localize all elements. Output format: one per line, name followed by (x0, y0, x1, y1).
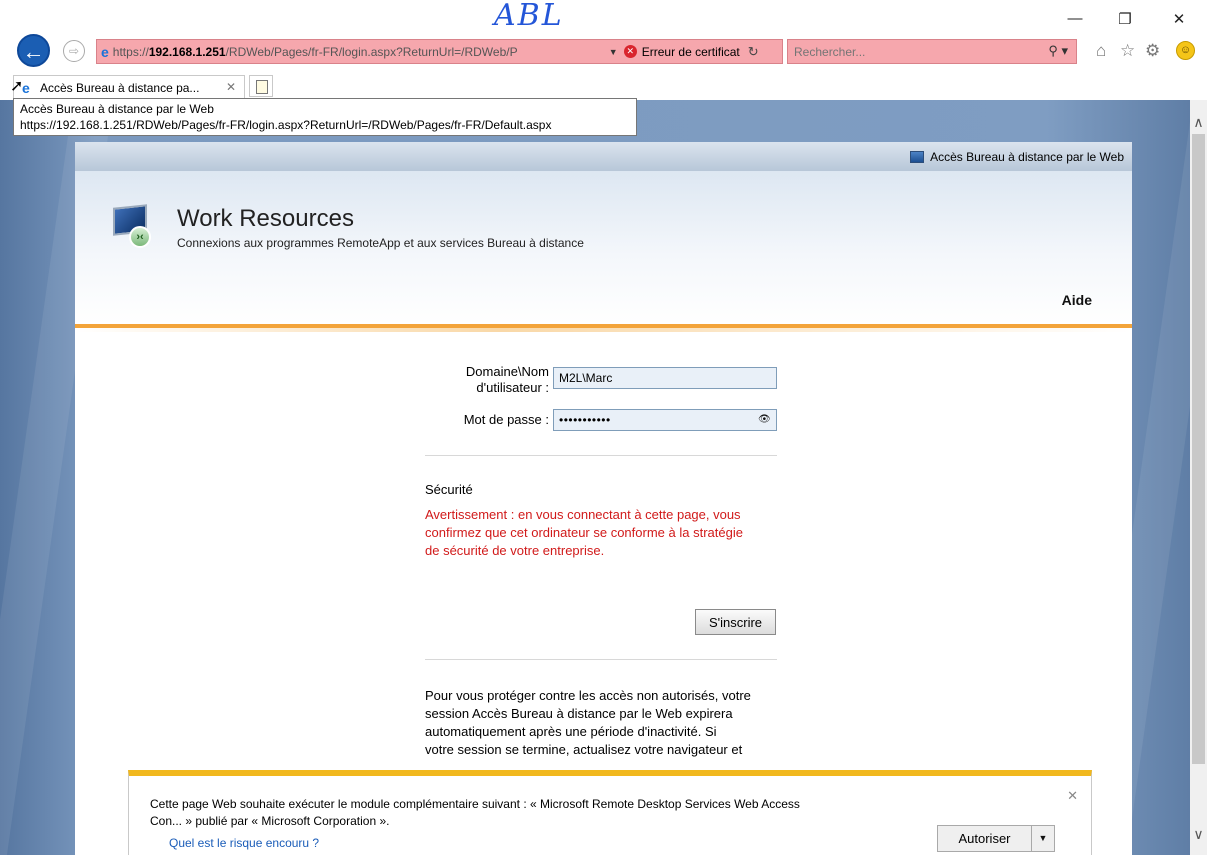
tab-label: Accès Bureau à distance pa... (40, 81, 200, 95)
notification-message-line-2: Con... » publié par « Microsoft Corporat… (150, 814, 390, 828)
tooltip-title: Accès Bureau à distance par le Web (20, 102, 214, 116)
search-box: ⚲ ▾ (787, 39, 1077, 64)
allow-button[interactable]: Autoriser (937, 825, 1032, 852)
tab-tooltip: Accès Bureau à distance par le Web https… (13, 98, 637, 136)
url-host: 192.168.1.251 (148, 44, 226, 59)
notification-message-line-1: Cette page Web souhaite exécuter le modu… (150, 797, 800, 811)
handwritten-annotation: ABL (494, 0, 564, 33)
search-input[interactable] (794, 44, 1034, 59)
vertical-scrollbar[interactable]: ∧ ∨ (1190, 100, 1207, 855)
favorites-star-icon[interactable]: ☆ (1120, 41, 1135, 61)
help-link[interactable]: Aide (1062, 292, 1092, 308)
page-title: Work Resources (177, 205, 354, 232)
addon-notification-bar: Cette page Web souhaite exécuter le modu… (128, 770, 1092, 855)
feedback-smiley-icon[interactable]: ☺ (1176, 41, 1195, 60)
info-line-3: automatiquement après une période d'inac… (425, 724, 717, 739)
page-subtitle: Connexions aux programmes RemoteApp et a… (177, 236, 584, 250)
remote-desktop-small-icon (910, 150, 925, 163)
new-tab-button[interactable] (249, 75, 273, 97)
rdweb-panel: Accès Bureau à distance par le Web ›‹ Wo… (75, 142, 1132, 855)
url-path: /RDWeb/Pages/fr-FR/login.aspx?ReturnUrl=… (225, 44, 518, 59)
password-field[interactable] (553, 409, 777, 431)
risk-info-link[interactable]: Quel est le risque encouru ? (169, 836, 319, 850)
warning-line-2: confirmez que cet ordinateur se conforme… (425, 525, 743, 540)
scroll-up-arrow-icon[interactable]: ∧ (1190, 114, 1207, 131)
arrow-left-icon: ← (22, 39, 45, 64)
tab-close-icon[interactable]: ✕ (226, 80, 236, 94)
minimize-window-button[interactable]: — (1060, 10, 1090, 27)
info-line-4: votre session se termine, actualisez vot… (425, 742, 743, 757)
tooltip-url: https://192.168.1.251/RDWeb/Pages/fr-FR/… (20, 118, 552, 132)
rdweb-topbar-label: Accès Bureau à distance par le Web (930, 149, 1124, 164)
scroll-down-arrow-icon[interactable]: ∨ (1190, 826, 1207, 843)
restore-window-button[interactable]: ❐ (1110, 10, 1140, 28)
mouse-cursor-icon: ➚ (10, 78, 24, 95)
info-line-1: Pour vous protéger contre les accès non … (425, 688, 751, 703)
settings-gear-icon[interactable]: ⚙ (1145, 41, 1160, 61)
tab-remote-desktop[interactable]: e Accès Bureau à distance pa... ✕ (13, 75, 245, 100)
address-dropdown-icon[interactable]: ▼ (609, 47, 618, 57)
certificate-error-label[interactable]: Erreur de certificat (642, 45, 740, 59)
username-field[interactable] (553, 367, 777, 389)
notification-message: Cette page Web souhaite exécuter le modu… (150, 796, 910, 830)
home-icon[interactable]: ⌂ (1096, 41, 1106, 61)
close-window-button[interactable]: ✕ (1164, 10, 1194, 28)
url-prefix: https:// (112, 44, 149, 59)
rdweb-topbar: Accès Bureau à distance par le Web (75, 142, 1132, 171)
username-label: Domaine\Nom d'utilisateur : (425, 364, 549, 396)
notification-close-icon[interactable]: ✕ (1067, 788, 1078, 804)
divider (425, 455, 777, 456)
rdweb-header: ›‹ Work Resources Connexions aux program… (75, 171, 1132, 332)
scroll-thumb[interactable] (1192, 134, 1205, 764)
search-icon[interactable]: ⚲ ▾ (1048, 43, 1068, 59)
divider (425, 659, 777, 660)
password-label: Mot de passe : (463, 412, 549, 427)
forward-button[interactable]: ⇨ (63, 40, 85, 62)
arrow-right-icon: ⇨ (68, 44, 80, 58)
certificate-error-icon[interactable]: ✕ (623, 45, 637, 58)
refresh-icon[interactable]: ↻ (748, 44, 759, 60)
ie-page-icon: e (101, 43, 109, 60)
session-timeout-info: Pour vous protéger contre les accès non … (425, 687, 785, 759)
page-viewport: Accès Bureau à distance par le Web ›‹ Wo… (0, 100, 1190, 855)
info-line-2: session Accès Bureau à distance par le W… (425, 706, 733, 721)
back-button[interactable]: ← (17, 34, 50, 67)
reveal-password-eye-icon[interactable]: 👁 (758, 414, 771, 425)
url-text[interactable]: https://192.168.1.251/RDWeb/Pages/fr-FR/… (113, 45, 603, 59)
remote-desktop-logo-icon: ›‹ (107, 202, 157, 250)
username-label-line-2: d'utilisateur : (476, 380, 549, 395)
allow-dropdown-icon[interactable]: ▼ (1031, 825, 1055, 852)
warning-line-1: Avertissement : en vous connectant à cet… (425, 507, 741, 522)
warning-line-3: de sécurité de votre entreprise. (425, 543, 605, 558)
address-bar[interactable]: e https://192.168.1.251/RDWeb/Pages/fr-F… (96, 39, 783, 64)
security-warning: Avertissement : en vous connectant à cet… (425, 506, 785, 560)
security-heading: Sécurité (425, 482, 473, 497)
username-label-line-1: Domaine\Nom (465, 364, 549, 379)
browser-chrome: ABL — ❐ ✕ ← ⇨ e https://192.168.1.251/RD… (0, 0, 1207, 100)
sign-in-button[interactable]: S'inscrire (695, 609, 776, 635)
